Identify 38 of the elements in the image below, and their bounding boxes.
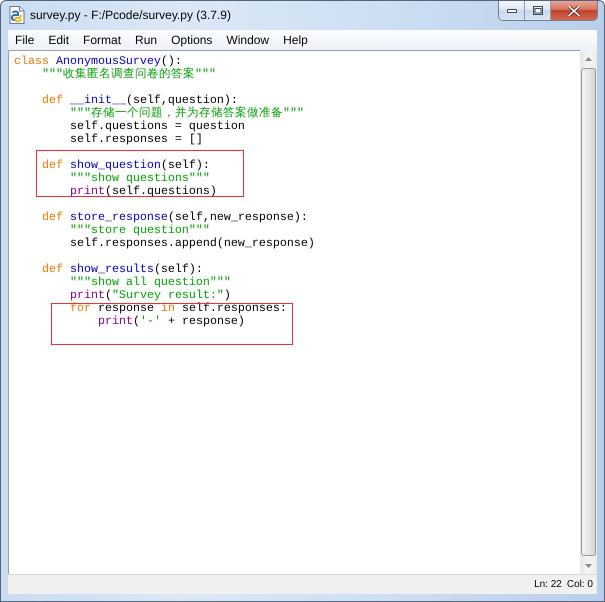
menu-item[interactable]: Edit: [41, 32, 76, 48]
code-line: print("Survey result:"): [70, 289, 231, 302]
code-line: def show_results(self):: [42, 263, 203, 276]
close-icon: [568, 6, 580, 16]
code-line: print(self.questions): [70, 185, 217, 198]
code-line: """存储一个问题，并为存储答案做准备""": [70, 107, 304, 120]
code-editor[interactable]: [8, 50, 580, 574]
menu-item[interactable]: Help: [276, 32, 315, 48]
code-line: """收集匿名调查问卷的答案""": [42, 68, 216, 81]
minimize-icon: [506, 8, 516, 12]
cursor-column-label: Col: 0: [566, 578, 593, 591]
code-line: print('-' + response): [98, 315, 245, 328]
code-line: """show questions""": [70, 172, 210, 185]
minimize-button[interactable]: [499, 1, 525, 20]
menu-item[interactable]: File: [8, 32, 42, 48]
maximize-button[interactable]: [525, 1, 551, 20]
code-line: class AnonymousSurvey():: [14, 55, 182, 68]
code-line: def store_response(self,new_response):: [42, 211, 308, 224]
code-line: """show all question""": [70, 276, 231, 289]
menu-item[interactable]: Options: [164, 32, 220, 48]
close-button[interactable]: [551, 1, 597, 20]
document-icon: [9, 6, 25, 24]
code-line: def __init__(self,question):: [42, 94, 238, 107]
code-line: self.responses.append(new_response): [70, 237, 315, 250]
cursor-line-label: Ln: 22: [534, 578, 562, 591]
maximize-icon: [532, 6, 542, 15]
menu-item[interactable]: Window: [219, 32, 276, 48]
scrollbar-thumb[interactable]: [581, 68, 596, 556]
up-arrow-icon: [585, 56, 592, 60]
menu-item[interactable]: Run: [128, 32, 164, 48]
code-line: self.responses = []: [70, 133, 203, 146]
window-title: survey.py - F:/Pcode/survey.py (3.7.9): [30, 7, 231, 23]
code-line: def show_question(self):: [42, 159, 210, 172]
menu-item[interactable]: Format: [76, 32, 128, 48]
code-line: self.questions = question: [70, 120, 245, 133]
code-line: """store question""": [70, 224, 210, 237]
down-arrow-icon: [585, 564, 592, 568]
vertical-scrollbar[interactable]: [580, 50, 597, 574]
